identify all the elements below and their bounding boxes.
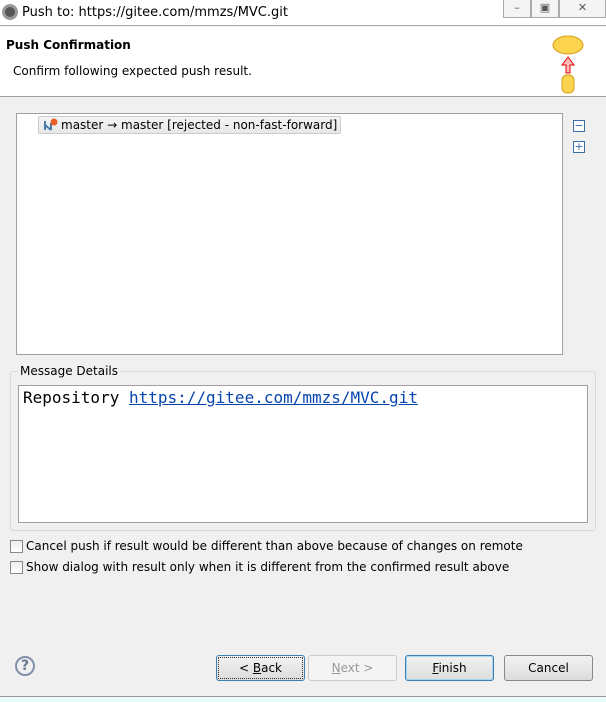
next-rest: ext > <box>340 661 374 675</box>
next-button: Next > <box>308 655 397 681</box>
tree-item-label: master → master [rejected - non-fast-for… <box>61 118 338 132</box>
message-details-text[interactable]: Repository https://gitee.com/mmzs/MVC.gi… <box>18 385 588 523</box>
help-icon[interactable]: ? <box>15 656 35 676</box>
show-dialog-checkbox[interactable] <box>10 561 23 574</box>
message-details-label: Message Details <box>18 364 121 378</box>
maximize-button[interactable]: ▣ <box>531 0 559 18</box>
page-title: Push Confirmation <box>6 38 131 52</box>
rejected-branch-icon <box>42 118 58 137</box>
finish-button[interactable]: Finish <box>405 655 494 681</box>
page-description: Confirm following expected push result. <box>13 64 252 78</box>
cancel-push-checkbox[interactable] <box>10 540 23 553</box>
back-mnemonic: B <box>252 661 262 675</box>
push-to-cloud-icon <box>552 35 584 94</box>
show-dialog-label[interactable]: Show dialog with result only when it is … <box>26 560 509 574</box>
window-bottom-edge <box>0 696 606 702</box>
push-result-tree[interactable]: master → master [rejected - non-fast-for… <box>16 113 563 355</box>
title-bar: Push to: https://gitee.com/mmzs/MVC.git … <box>0 0 606 26</box>
window-title: Push to: https://gitee.com/mmzs/MVC.git <box>22 5 288 20</box>
back-rest: ack <box>261 661 282 675</box>
wizard-header: Push Confirmation Confirm following expe… <box>0 27 606 97</box>
repository-link[interactable]: https://gitee.com/mmzs/MVC.git <box>129 388 418 407</box>
back-button[interactable]: < Back <box>216 655 305 681</box>
collapse-all-button[interactable]: − <box>573 120 585 132</box>
tree-item-ref-update[interactable]: master → master [rejected - non-fast-for… <box>38 116 342 137</box>
eclipse-app-icon <box>2 4 18 20</box>
close-button[interactable]: ✕ <box>559 0 606 18</box>
repository-label: Repository <box>23 388 129 407</box>
cancel-button[interactable]: Cancel <box>504 655 593 681</box>
next-mnemonic: N <box>331 661 341 675</box>
minimize-button[interactable]: – <box>503 0 531 18</box>
finish-rest: inish <box>438 661 467 675</box>
cancel-push-label[interactable]: Cancel push if result would be different… <box>26 539 523 553</box>
back-prefix: < <box>238 661 253 675</box>
expand-all-button[interactable]: + <box>573 141 585 153</box>
